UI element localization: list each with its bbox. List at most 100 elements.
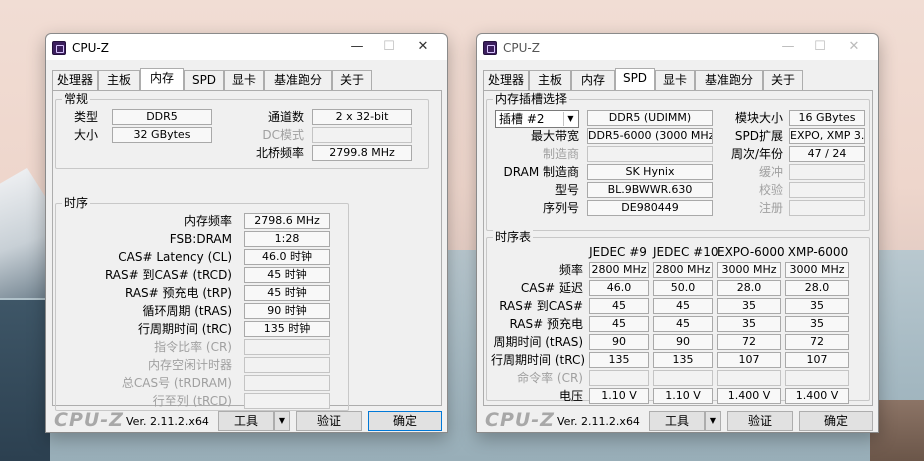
table-cell: 90: [589, 334, 649, 350]
dc-mode-label: DC模式: [262, 128, 304, 142]
buffered-label: 缓冲: [758, 165, 783, 179]
tools-button[interactable]: 工具: [649, 411, 705, 431]
table-cell: 35: [785, 316, 849, 332]
tools-dropdown-icon[interactable]: ▼: [274, 411, 290, 431]
manufacturer-label: 制造商: [542, 147, 579, 161]
column-header: EXPO-6000: [717, 245, 785, 259]
table-cell: 107: [717, 352, 781, 368]
table-cell: 50.0: [653, 280, 713, 296]
tab-bench[interactable]: 基准跑分: [695, 70, 763, 90]
validate-button[interactable]: 验证: [296, 411, 362, 431]
cpuz-window-memory: CPU-Z — ☐ ✕ 处理器 主板 内存 SPD 显卡 基准跑分 关于 常规 …: [45, 33, 448, 433]
tab-memory[interactable]: 内存: [140, 68, 184, 91]
table-cell: 72: [717, 334, 781, 350]
spd-panel: 内存插槽选择 插槽 #2 ▼ DDR5 (UDIMM) 模块大小 16 GByt…: [483, 90, 873, 406]
nb-freq-label: 北桥频率: [255, 146, 304, 160]
timing-value: 46.0 时钟: [244, 249, 330, 265]
slot-select[interactable]: 插槽 #2 ▼: [495, 110, 579, 128]
table-cell: 28.0: [785, 280, 849, 296]
ok-button[interactable]: 确定: [799, 411, 873, 431]
timing-label: 指令比率 (CR): [154, 340, 232, 354]
ok-button[interactable]: 确定: [368, 411, 442, 431]
tab-graphics[interactable]: 显卡: [655, 70, 695, 90]
nb-freq-value: 2799.8 MHz: [312, 145, 412, 161]
tab-graphics[interactable]: 显卡: [224, 70, 264, 90]
tab-mainboard[interactable]: 主板: [529, 70, 571, 90]
row-label: 周期时间 (tRAS): [493, 335, 583, 349]
window-title: CPU-Z: [72, 41, 109, 55]
column-header: JEDEC #10: [653, 245, 719, 259]
module-size-value: 16 GBytes: [789, 110, 865, 126]
general-group-title: 常规: [62, 92, 91, 106]
tab-memory[interactable]: 内存: [571, 70, 615, 90]
cpuz-logo: CPU-Z: [54, 409, 124, 431]
registered-value: [789, 200, 865, 216]
channels-label: 通道数: [267, 110, 304, 124]
row-label: CAS# 延迟: [520, 281, 583, 295]
manufacturer-value: [587, 146, 713, 162]
timing-label: FSB:DRAM: [169, 232, 232, 246]
timing-label: CAS# Latency (CL): [118, 250, 232, 264]
memory-panel: 常规 类型 DDR5 大小 32 GBytes 通道数 2 x 32-bit D…: [52, 90, 442, 411]
part-number-label: 型号: [554, 183, 579, 197]
channels-value: 2 x 32-bit: [312, 109, 412, 125]
table-cell: 90: [653, 334, 713, 350]
max-bandwidth-value: DDR5-6000 (3000 MHz): [587, 128, 713, 144]
row-label: 行周期时间 (tRC): [491, 353, 586, 367]
tools-button[interactable]: 工具: [218, 411, 274, 431]
tools-dropdown-icon[interactable]: ▼: [705, 411, 721, 431]
table-cell: 1.400 V: [717, 388, 781, 404]
buffered-value: [789, 164, 865, 180]
table-cell: 45: [589, 298, 649, 314]
table-cell: 35: [717, 298, 781, 314]
row-label: 电压: [558, 389, 583, 403]
timing-value: 45 时钟: [244, 267, 330, 283]
tab-spd[interactable]: SPD: [615, 68, 655, 91]
minimize-icon[interactable]: —: [342, 37, 372, 57]
timing-label: 行至列 (tRCD): [152, 394, 232, 408]
tab-about[interactable]: 关于: [763, 70, 803, 90]
timing-table-group: 时序表 JEDEC #9 JEDEC #10 EXPO-6000 XMP-600…: [486, 230, 870, 404]
timings-group: 时序 内存频率 2798.6 MHz FSB:DRAM 1:28 CAS# La…: [55, 196, 349, 411]
table-cell: 135: [653, 352, 713, 368]
slot-group: 内存插槽选择 插槽 #2 ▼ DDR5 (UDIMM) 模块大小 16 GByt…: [486, 92, 870, 231]
timing-label: 总CAS号 (tRDRAM): [121, 376, 232, 390]
table-cell: [717, 370, 781, 386]
timing-table-title: 时序表: [493, 230, 534, 244]
title-bar[interactable]: CPU-Z — ☐ ✕: [46, 34, 447, 60]
tab-about[interactable]: 关于: [332, 70, 372, 90]
tab-mainboard[interactable]: 主板: [98, 70, 140, 90]
timing-value: 1:28: [244, 231, 330, 247]
validate-button[interactable]: 验证: [727, 411, 793, 431]
table-cell: [653, 370, 713, 386]
title-bar[interactable]: CPU-Z — ☐ ✕: [477, 34, 878, 60]
close-icon[interactable]: ✕: [408, 37, 438, 57]
window-title: CPU-Z: [503, 41, 540, 55]
column-header: XMP-6000: [787, 245, 849, 259]
maximize-icon: ☐: [383, 39, 395, 54]
timing-value: [244, 375, 330, 391]
table-cell: [785, 370, 849, 386]
tab-bench[interactable]: 基准跑分: [264, 70, 332, 90]
chevron-down-icon[interactable]: ▼: [563, 112, 577, 126]
tab-cpu[interactable]: 处理器: [52, 70, 98, 90]
tab-cpu[interactable]: 处理器: [483, 70, 529, 90]
close-icon[interactable]: ✕: [839, 37, 869, 57]
tab-spd[interactable]: SPD: [184, 70, 224, 90]
row-label: RAS# 到CAS#: [499, 299, 583, 313]
table-cell: 28.0: [717, 280, 781, 296]
check-label: 校验: [758, 183, 783, 197]
timing-value: [244, 357, 330, 373]
module-type-value: DDR5 (UDIMM): [587, 110, 713, 126]
table-cell: 1.400 V: [785, 388, 849, 404]
cpuz-logo: CPU-Z: [485, 409, 555, 431]
timing-value: 90 时钟: [244, 303, 330, 319]
size-value: 32 GBytes: [112, 127, 212, 143]
minimize-icon[interactable]: —: [773, 37, 803, 57]
table-cell: 135: [589, 352, 649, 368]
serial-label: 序列号: [542, 201, 579, 215]
week-year-value: 47 / 24: [789, 146, 865, 162]
maximize-icon: ☐: [814, 39, 826, 54]
spd-ext-value: EXPO, XMP 3.0: [789, 128, 865, 144]
timing-label: 行周期时间 (tRC): [137, 322, 232, 336]
